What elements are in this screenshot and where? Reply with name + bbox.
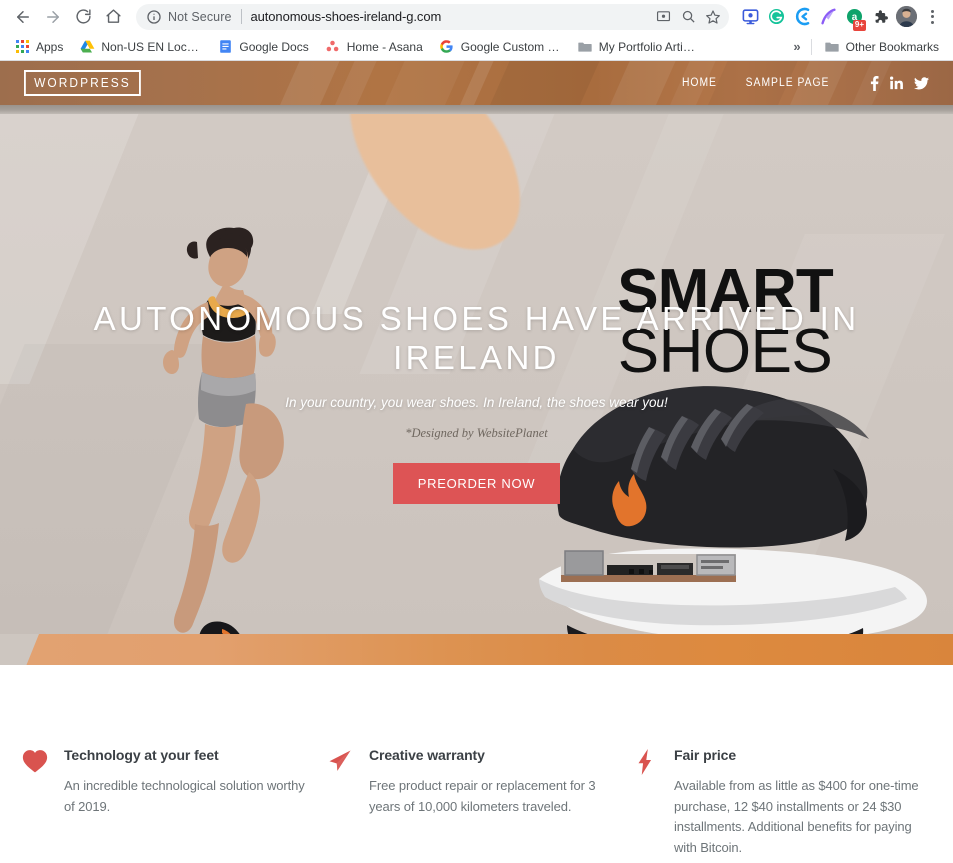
twitter-icon[interactable] xyxy=(914,76,929,90)
quill-extension-icon[interactable] xyxy=(815,4,841,30)
bookmark-apps[interactable]: Apps xyxy=(6,35,71,59)
features-section: Technology at your feet An incredible te… xyxy=(0,665,953,861)
home-button[interactable] xyxy=(98,2,128,32)
bookmark-other-bookmarks[interactable]: Other Bookmarks xyxy=(816,35,947,59)
facebook-icon[interactable] xyxy=(870,75,879,91)
circuit-board-detail xyxy=(561,550,736,582)
address-bar[interactable]: Not Secure autonomous-shoes-ireland-g.co… xyxy=(136,3,729,30)
browser-chrome: Not Secure autonomous-shoes-ireland-g.co… xyxy=(0,0,953,61)
feature-text: Fair price Available from as little as $… xyxy=(674,747,923,858)
puzzle-extensions-icon[interactable] xyxy=(867,4,893,30)
feature-body: Available from as little as $400 for one… xyxy=(674,778,919,855)
bookmark-label: Google Docs xyxy=(239,39,309,54)
kebab-menu-icon[interactable] xyxy=(919,4,945,30)
hero-overlay: AUTONOMOUS SHOES HAVE ARRIVED IN IRELAND… xyxy=(0,300,953,504)
forward-arrow-icon xyxy=(47,10,59,23)
bookmarks-overflow-button[interactable]: » xyxy=(787,39,806,54)
extensions-bar: a 9+ xyxy=(735,4,945,31)
security-status-label: Not Secure xyxy=(168,9,232,24)
home-icon xyxy=(105,9,121,23)
bookmark-label: My Portfolio Articl... xyxy=(598,39,699,54)
site-header: WORDPRESS HOME SAMPLE PAGE xyxy=(0,61,953,105)
feature-title: Creative warranty xyxy=(369,747,485,763)
extension-badge-count: 9+ xyxy=(852,19,866,31)
omnibox-divider xyxy=(240,9,242,24)
feature-text: Creative warranty Free product repair or… xyxy=(369,747,618,858)
bookmarks-divider xyxy=(810,38,812,55)
feature-title: Technology at your feet xyxy=(64,747,219,763)
bookmark-label: Non-US EN Local... xyxy=(101,39,202,54)
reload-button[interactable] xyxy=(68,2,98,32)
apps-grid-icon xyxy=(14,39,30,55)
site-nav: HOME SAMPLE PAGE xyxy=(680,75,929,91)
google-docs-icon xyxy=(217,39,233,55)
hero-headline: AUTONOMOUS SHOES HAVE ARRIVED IN IRELAND xyxy=(93,300,860,376)
ahrefs-extension-icon[interactable]: a 9+ xyxy=(841,4,867,31)
features-row: Technology at your feet An incredible te… xyxy=(0,747,953,858)
linkedin-icon[interactable] xyxy=(890,76,903,90)
grammarly-extension-icon[interactable] xyxy=(763,4,789,30)
bookmark-google-docs[interactable]: Google Docs xyxy=(209,35,316,59)
cast-icon[interactable] xyxy=(651,5,675,29)
feature-title: Fair price xyxy=(674,747,737,763)
nav-item-home[interactable]: HOME xyxy=(682,77,717,89)
back-arrow-icon xyxy=(17,10,29,23)
reload-icon xyxy=(75,9,91,24)
feature-fair-price: Fair price Available from as little as $… xyxy=(624,747,929,858)
url-text[interactable]: autonomous-shoes-ireland-g.com xyxy=(251,9,651,24)
social-links xyxy=(870,75,929,91)
bookmark-non-us-en-local[interactable]: Non-US EN Local... xyxy=(71,35,209,59)
web-page-content: WORDPRESS HOME SAMPLE PAGE SMART SHOES A… xyxy=(0,61,953,861)
feature-text: Technology at your feet An incredible te… xyxy=(64,747,313,858)
heart-icon xyxy=(20,747,50,858)
bookmarks-bar: Apps Non-US EN Local... Google Docs Home… xyxy=(0,33,953,61)
browser-toolbar: Not Secure autonomous-shoes-ireland-g.co… xyxy=(0,0,953,33)
feature-body: Free product repair or replacement for 3… xyxy=(369,778,596,814)
preorder-now-button[interactable]: PREORDER NOW xyxy=(392,462,561,504)
orange-accent-band xyxy=(0,634,953,665)
google-icon xyxy=(439,39,455,55)
profile-avatar[interactable] xyxy=(893,4,919,30)
omnibox-actions xyxy=(651,5,725,29)
folder-icon xyxy=(824,39,840,55)
bookmark-label: Apps xyxy=(36,39,64,54)
info-circle-icon[interactable] xyxy=(146,9,162,25)
bookmark-google-custom-search[interactable]: Google Custom S... xyxy=(431,35,569,59)
nav-item-sample-page[interactable]: SAMPLE PAGE xyxy=(746,77,830,89)
bookmark-my-portfolio-articles[interactable]: My Portfolio Articl... xyxy=(569,35,707,59)
google-drive-icon xyxy=(79,39,95,55)
feature-creative-warranty: Creative warranty Free product repair or… xyxy=(319,747,624,858)
hero-section: SMART SHOES AUTONOMOUS SHOES HAVE ARRIVE… xyxy=(0,114,953,634)
band-diagonal-cut xyxy=(0,634,39,665)
bookmark-star-icon[interactable] xyxy=(701,5,725,29)
bookmark-label: Home - Asana xyxy=(346,39,423,54)
avatar-image xyxy=(895,6,917,27)
feature-body: An incredible technological solution wor… xyxy=(64,778,305,814)
bookmark-label: Google Custom S... xyxy=(460,39,561,54)
asana-icon xyxy=(325,39,341,55)
bookmark-label: Other Bookmarks xyxy=(845,39,939,54)
folder-icon xyxy=(577,39,593,55)
paper-plane-icon xyxy=(325,747,355,858)
bookmark-home-asana[interactable]: Home - Asana xyxy=(317,35,431,59)
header-inner: WORDPRESS HOME SAMPLE PAGE xyxy=(0,61,953,105)
back-button[interactable] xyxy=(8,2,38,32)
clickup-extension-icon[interactable] xyxy=(789,4,815,30)
hero-credit: *Designed by WebsitePlanet xyxy=(405,425,548,440)
site-logo[interactable]: WORDPRESS xyxy=(24,70,141,96)
pocket-extension-icon[interactable] xyxy=(737,4,763,30)
feature-technology-at-your-feet: Technology at your feet An incredible te… xyxy=(14,747,319,858)
hero-subheadline: In your country, you wear shoes. In Irel… xyxy=(285,394,668,410)
forward-button[interactable] xyxy=(38,2,68,32)
lightning-bolt-icon xyxy=(630,747,660,858)
header-under-strip xyxy=(0,105,953,114)
zoom-search-icon[interactable] xyxy=(676,5,700,29)
